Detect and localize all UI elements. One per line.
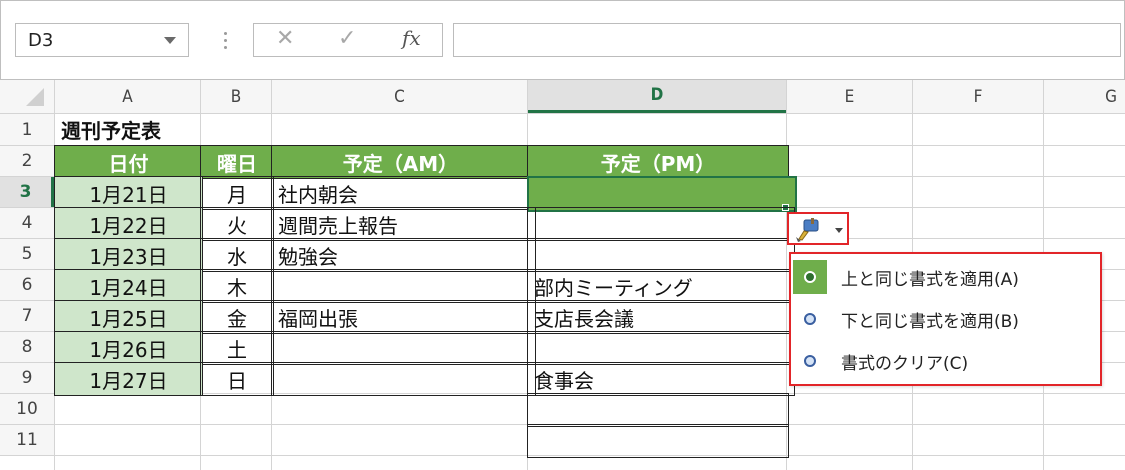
cancel-icon[interactable]: ✕ (276, 26, 294, 51)
row-header-1[interactable]: 1 (0, 114, 54, 145)
column-header-b[interactable]: B (201, 80, 271, 113)
day-cell[interactable]: 木 (200, 269, 274, 303)
column-header-e[interactable]: E (787, 80, 912, 113)
row-header-10[interactable]: 10 (0, 394, 54, 424)
column-header-c[interactable]: C (272, 80, 527, 113)
pm-cell-empty[interactable] (527, 393, 789, 427)
am-cell[interactable]: 勉強会 (271, 238, 536, 272)
insert-function-icon[interactable]: fx (402, 26, 421, 50)
paintbrush-icon (796, 218, 843, 242)
pm-cell[interactable]: 部内ミーティング (527, 269, 795, 303)
option-format-same-as-above[interactable]: 上と同じ書式を適用(A) (793, 258, 1098, 296)
row-header-2[interactable]: 2 (0, 146, 54, 176)
day-cell[interactable]: 日 (200, 362, 274, 396)
header-day[interactable]: 曜日 (200, 145, 274, 179)
date-cell[interactable]: 1月22日 (54, 207, 203, 241)
radio-selected-icon[interactable] (793, 260, 827, 294)
day-cell[interactable]: 金 (200, 300, 274, 334)
radio-icon[interactable] (793, 302, 827, 336)
date-cell[interactable]: 1月27日 (54, 362, 203, 396)
am-cell[interactable]: 福岡出張 (271, 300, 536, 334)
header-date[interactable]: 日付 (54, 145, 203, 179)
chevron-down-icon[interactable] (164, 37, 176, 44)
option-label: 下と同じ書式を適用(B) (841, 311, 1019, 332)
day-cell[interactable]: 土 (200, 331, 274, 365)
pm-cell[interactable] (527, 331, 795, 365)
pm-cell[interactable] (527, 207, 795, 241)
row-header-3[interactable]: 3 (0, 177, 54, 207)
column-header-d[interactable]: D (528, 80, 786, 113)
date-cell[interactable]: 1月25日 (54, 300, 203, 334)
column-header-a[interactable]: A (55, 80, 200, 113)
am-cell[interactable] (271, 331, 536, 365)
select-all-icon (26, 88, 44, 106)
row-header-4[interactable]: 4 (0, 208, 54, 238)
row-header-7[interactable]: 7 (0, 301, 54, 331)
column-header-g[interactable]: G (1044, 80, 1125, 113)
pm-cell[interactable]: 支店長会議 (527, 300, 795, 334)
date-cell[interactable]: 1月26日 (54, 331, 203, 365)
day-cell[interactable]: 月 (200, 176, 274, 210)
formula-buttons: ✕ ✓ fx (253, 23, 443, 57)
row-header-8[interactable]: 8 (0, 332, 54, 362)
insert-options-button[interactable] (787, 212, 849, 245)
row-header-11[interactable]: 11 (0, 425, 54, 455)
name-box[interactable]: D3 (15, 23, 189, 57)
date-cell[interactable]: 1月23日 (54, 238, 203, 272)
drag-handle-icon[interactable] (221, 23, 231, 57)
sheet-title[interactable]: 週刊予定表 (55, 114, 361, 145)
am-cell[interactable] (271, 362, 536, 396)
date-cell[interactable]: 1月21日 (54, 176, 203, 210)
header-pm[interactable]: 予定（PM） (527, 145, 789, 179)
option-label: 上と同じ書式を適用(A) (841, 269, 1019, 290)
am-cell[interactable] (271, 269, 536, 303)
date-cell[interactable]: 1月24日 (54, 269, 203, 303)
day-cell[interactable]: 水 (200, 238, 274, 272)
header-am[interactable]: 予定（AM） (271, 145, 530, 179)
pm-cell-empty[interactable] (527, 424, 789, 458)
option-format-same-as-below[interactable]: 下と同じ書式を適用(B) (793, 300, 1098, 338)
option-clear-formatting[interactable]: 書式のクリア(C) (793, 342, 1098, 380)
am-cell[interactable]: 週間売上報告 (271, 207, 536, 241)
day-cell[interactable]: 火 (200, 207, 274, 241)
column-header-f[interactable]: F (913, 80, 1043, 113)
row-header-9[interactable]: 9 (0, 363, 54, 393)
formula-input[interactable] (453, 23, 1121, 57)
row-header-6[interactable]: 6 (0, 270, 54, 300)
formula-bar: D3 ✕ ✓ fx (0, 0, 1125, 80)
name-box-value: D3 (28, 30, 54, 51)
pm-cell[interactable]: 食事会 (527, 362, 795, 396)
am-cell[interactable]: 社内朝会 (271, 176, 536, 210)
pm-cell[interactable] (527, 238, 795, 272)
insert-options-menu: 上と同じ書式を適用(A) 下と同じ書式を適用(B) 書式のクリア(C) (789, 252, 1102, 386)
enter-icon[interactable]: ✓ (338, 26, 356, 51)
radio-icon[interactable] (793, 344, 827, 378)
select-all-corner[interactable] (0, 80, 54, 113)
option-label: 書式のクリア(C) (841, 353, 969, 374)
row-header-5[interactable]: 5 (0, 239, 54, 269)
